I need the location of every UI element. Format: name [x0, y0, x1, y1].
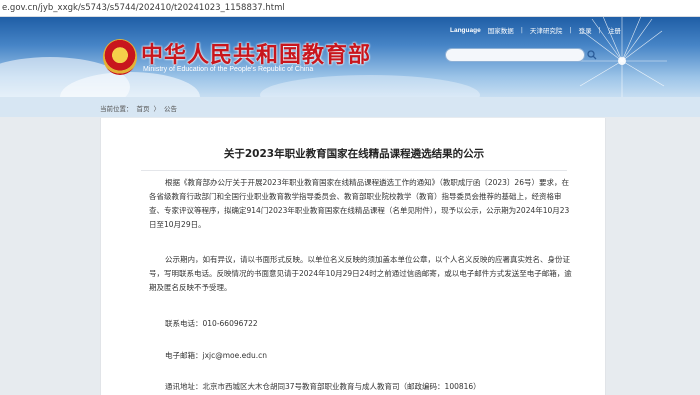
top-nav-item[interactable]: 天津研究院 — [530, 25, 563, 35]
breadcrumb-separator: 〉 — [153, 105, 161, 113]
national-emblem-icon — [103, 39, 137, 75]
breadcrumb-notice[interactable]: 公告 — [164, 103, 177, 113]
contact-address: 通讯地址：北京市西城区大木仓胡同37号教育部职业教育与成人教育司（邮政编码：10… — [165, 381, 481, 392]
search-icon — [587, 50, 597, 60]
contact-label: 联系电话： — [165, 319, 203, 328]
breadcrumb-label: 当前位置： — [100, 105, 133, 113]
site-title-en: Ministry of Education of the People's Re… — [143, 66, 314, 73]
contact-email: 电子邮箱：jxjc@moe.edu.cn — [165, 350, 267, 361]
nav-separator: | — [598, 26, 601, 34]
top-nav-item[interactable]: 国家数据 — [488, 25, 514, 35]
browser-url-bar[interactable]: e.gov.cn/jyb_xxgk/s5743/s5744/202410/t20… — [0, 0, 700, 17]
breadcrumb-home[interactable]: 首页 — [137, 103, 150, 113]
contact-label: 电子邮箱： — [165, 351, 203, 360]
nav-separator: | — [569, 26, 572, 34]
contact-phone: 联系电话：010-66096722 — [165, 318, 258, 329]
search-button[interactable] — [585, 48, 599, 62]
contact-value: 010-66096722 — [202, 319, 258, 328]
search-input[interactable] — [445, 48, 585, 62]
article-paragraph: 公示期内，如有异议，请以书面形式反映。以单位名义反映的须加盖本单位公章，以个人名… — [149, 255, 572, 292]
contact-value: 北京市西城区大木仓胡同37号教育部职业教育与成人教育司（邮政编码：100816） — [202, 382, 481, 391]
login-link[interactable]: 登录 — [579, 25, 592, 35]
language-menu[interactable]: Language — [450, 27, 481, 34]
breadcrumb: 当前位置： 首页 〉 公告 — [0, 97, 700, 117]
url-text: e.gov.cn/jyb_xxgk/s5743/s5744/202410/t20… — [2, 3, 285, 13]
register-link[interactable]: 注册 — [608, 25, 621, 35]
top-nav: Language 国家数据 | 天津研究院 | 登录 | 注册 — [450, 24, 621, 36]
contact-value: jxjc@moe.edu.cn — [202, 351, 268, 360]
contact-label: 通讯地址： — [165, 382, 203, 391]
title-divider — [141, 170, 567, 171]
cloud-decoration — [260, 75, 480, 97]
article-panel: 关于2023年职业教育国家在线精品课程遴选结果的公示 根据《教育部办公厅关于开展… — [100, 118, 606, 395]
article-paragraph: 根据《教育部办公厅关于开展2023年职业教育国家在线精品课程遴选工作的通知》（教… — [149, 178, 570, 229]
nav-separator: | — [520, 26, 523, 34]
article-title: 关于2023年职业教育国家在线精品课程遴选结果的公示 — [223, 148, 485, 160]
site-title: 中华人民共和国教育部 — [141, 42, 372, 68]
site-header: 中华人民共和国教育部 Ministry of Education of the … — [0, 17, 700, 97]
